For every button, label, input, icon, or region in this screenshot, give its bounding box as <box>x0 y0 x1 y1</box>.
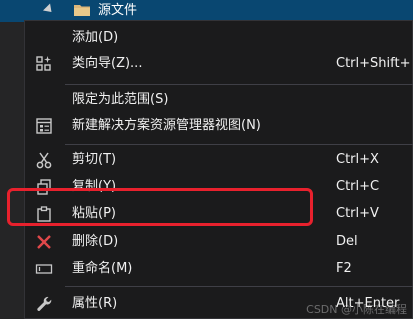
rename-icon <box>35 264 53 274</box>
menu-item-label: 限定为此范围(S) <box>72 92 169 107</box>
folder-label: 源文件 <box>98 3 138 18</box>
menu-item-shortcut: Ctrl+C <box>336 179 380 194</box>
menu-item-shortcut: F2 <box>336 261 352 276</box>
menu-item-cut[interactable]: 剪切(T) Ctrl+X <box>25 147 413 173</box>
tree-gutter <box>0 22 24 319</box>
menu-item-shortcut: Ctrl+X <box>336 152 379 167</box>
scissors-icon <box>36 152 52 169</box>
context-menu: 添加(D) 类向导(Z)... Ctrl+Shift+ 限定为此范围(S) 新建… <box>24 20 413 319</box>
menu-item-rename[interactable]: 重命名(M) F2 <box>25 256 413 282</box>
menu-item-label: 删除(D) <box>72 234 119 249</box>
menu-separator <box>65 144 413 145</box>
expand-arrow-icon[interactable] <box>42 3 56 16</box>
menu-item-shortcut: Ctrl+V <box>336 206 379 221</box>
delete-x-icon <box>37 235 51 249</box>
wrench-icon <box>37 296 52 311</box>
solution-explorer-tree-row[interactable]: 源文件 <box>0 0 413 22</box>
class-wizard-icon <box>36 56 51 71</box>
menu-item-class-wizard[interactable]: 类向导(Z)... Ctrl+Shift+ <box>25 51 413 77</box>
new-view-icon <box>36 118 52 134</box>
menu-separator <box>65 84 413 85</box>
menu-item-label: 添加(D) <box>72 30 119 45</box>
menu-item-delete[interactable]: 删除(D) Del <box>25 229 413 255</box>
menu-item-shortcut: Del <box>336 234 358 249</box>
watermark-text: CSDN @小陈在编程 <box>306 303 407 316</box>
menu-separator <box>65 286 413 287</box>
menu-item-scope-to-this[interactable]: 限定为此范围(S) <box>25 87 413 113</box>
menu-item-label: 剪切(T) <box>72 152 117 167</box>
menu-item-label: 类向导(Z)... <box>72 56 143 71</box>
menu-item-label: 属性(R) <box>72 296 118 311</box>
menu-item-shortcut: Ctrl+Shift+ <box>336 56 411 71</box>
menu-item-label: 重命名(M) <box>72 261 133 276</box>
red-annotation-box <box>7 188 313 226</box>
menu-item-new-explorer-view[interactable]: 新建解决方案资源管理器视图(N) <box>25 113 413 139</box>
menu-item-add[interactable]: 添加(D) <box>25 25 413 51</box>
ide-window: 源文件 添加(D) 类向导(Z)... Ctrl+Shift+ 限定为此范围(S… <box>0 0 413 319</box>
menu-item-label: 新建解决方案资源管理器视图(N) <box>72 118 261 133</box>
folder-icon <box>74 5 90 16</box>
